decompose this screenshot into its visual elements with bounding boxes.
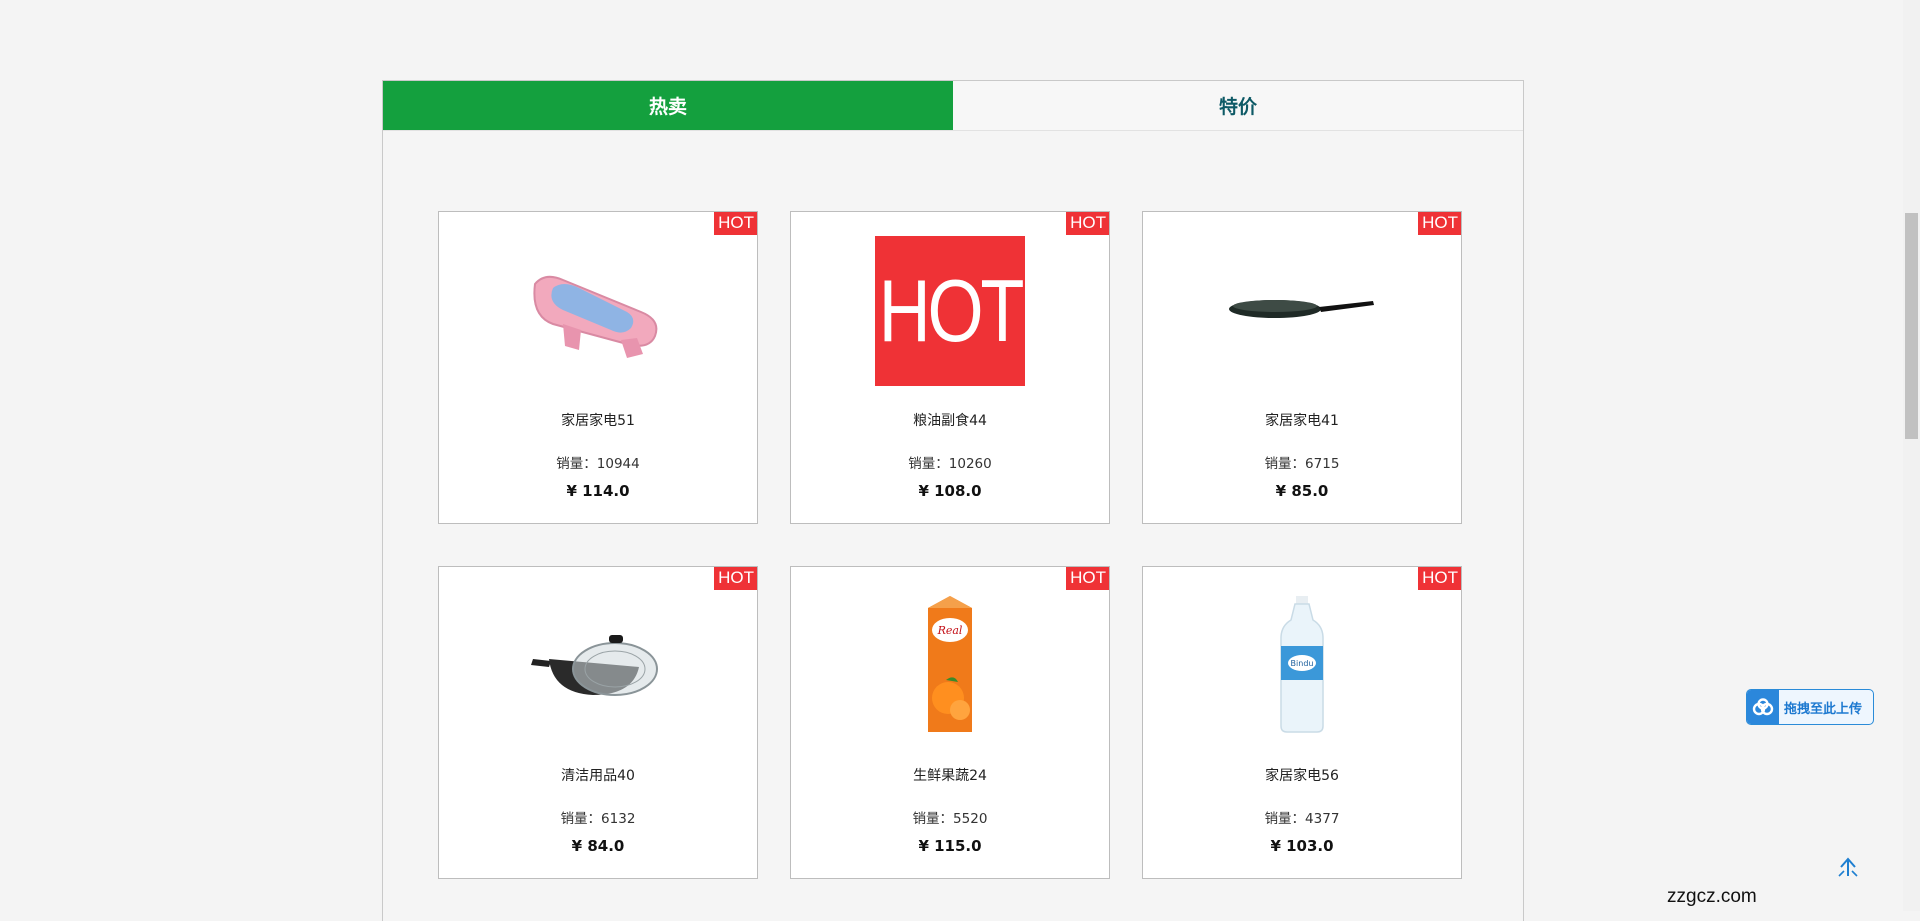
product-price: ¥ 115.0 <box>918 837 982 855</box>
product-sales: 销量：10944 <box>556 456 640 472</box>
product-name: 家居家电56 <box>1265 768 1339 784</box>
hot-placeholder-text: HOT <box>878 261 1025 360</box>
product-sales: 销量：6715 <box>1264 456 1340 472</box>
product-price: ¥ 85.0 <box>1275 482 1329 500</box>
hot-badge: HOT <box>1418 567 1461 590</box>
orange-juice-carton-image: Real <box>875 589 1025 739</box>
back-to-top-button[interactable] <box>1836 856 1860 878</box>
hot-badge: HOT <box>1066 212 1109 235</box>
scrollbar-thumb[interactable] <box>1905 213 1918 439</box>
product-card[interactable]: HOT 清洁用品40 销量：6132 ¥ 84.0 <box>438 566 758 879</box>
product-sales: 销量：6132 <box>560 811 636 827</box>
product-price: ¥ 108.0 <box>918 482 982 500</box>
water-bottle-image: Bindu <box>1227 589 1377 739</box>
product-tab-panel: 热卖 特价 HOT 家居家电51 销量：10944 ¥ 114.0 HOT HO… <box>382 80 1524 921</box>
product-card[interactable]: HOT HOT 粮油副食44 销量：10260 ¥ 108.0 <box>790 211 1110 524</box>
hot-badge: HOT <box>714 212 757 235</box>
product-card[interactable]: HOT Real 生鲜果蔬24 销量：5520 ¥ 115.0 <box>790 566 1110 879</box>
product-sales: 销量：5520 <box>912 811 988 827</box>
product-name: 家居家电41 <box>1265 413 1339 429</box>
site-watermark: zzgcz.com <box>1667 886 1757 907</box>
hot-placeholder-image: HOT <box>875 236 1025 386</box>
upload-button-label: 拖拽至此上传 <box>1784 701 1863 717</box>
product-price: ¥ 114.0 <box>566 482 630 500</box>
hot-badge: HOT <box>714 567 757 590</box>
frying-pan-image <box>1227 234 1377 384</box>
product-price: ¥ 84.0 <box>571 837 625 855</box>
product-price: ¥ 103.0 <box>1270 837 1334 855</box>
cloud-upload-icon <box>1747 690 1779 724</box>
product-card[interactable]: HOT Bindu 家居家电56 销量：4377 ¥ 103.0 <box>1142 566 1462 879</box>
hot-badge: HOT <box>1418 212 1461 235</box>
baby-bath-tub-image <box>523 234 673 384</box>
svg-text:Real: Real <box>937 624 963 637</box>
product-card[interactable]: HOT 家居家电51 销量：10944 ¥ 114.0 <box>438 211 758 524</box>
product-name: 家居家电51 <box>561 413 635 429</box>
tab-special-price[interactable]: 特价 <box>953 81 1523 130</box>
hot-badge: HOT <box>1066 567 1109 590</box>
product-sales: 销量：10260 <box>908 456 992 472</box>
tab-bar: 热卖 特价 <box>383 81 1523 131</box>
product-name: 粮油副食44 <box>913 413 987 429</box>
product-card[interactable]: HOT 家居家电41 销量：6715 ¥ 85.0 <box>1142 211 1462 524</box>
product-sales: 销量：4377 <box>1264 811 1340 827</box>
product-name: 生鲜果蔬24 <box>913 768 987 784</box>
wok-with-lid-image <box>523 589 673 739</box>
scrollbar-track[interactable] <box>1903 0 1920 911</box>
arrow-up-icon <box>1838 857 1858 877</box>
drag-upload-button[interactable]: 拖拽至此上传 <box>1746 689 1874 725</box>
tab-hot-sale[interactable]: 热卖 <box>383 81 953 130</box>
svg-text:Bindu: Bindu <box>1291 659 1314 668</box>
product-name: 清洁用品40 <box>561 768 635 784</box>
